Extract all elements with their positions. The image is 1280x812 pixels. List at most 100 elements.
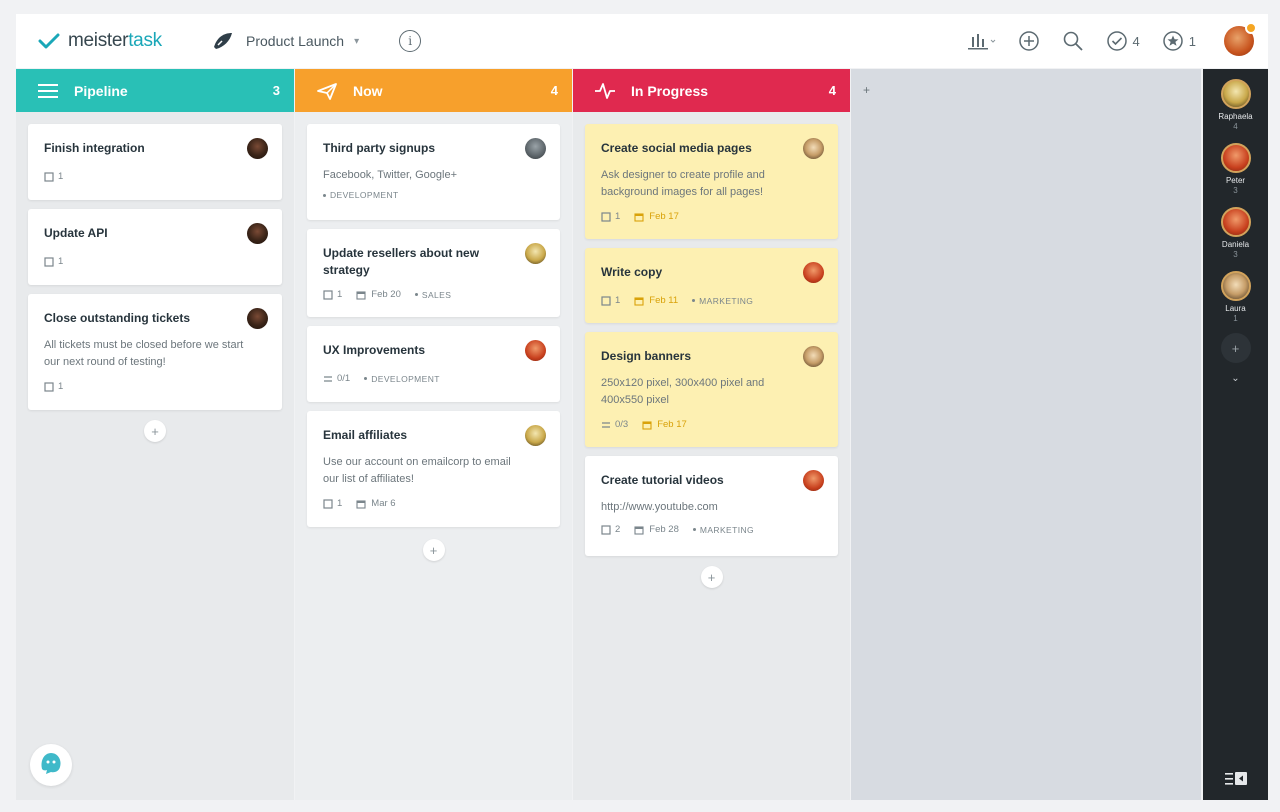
card-title: Third party signups — [323, 141, 436, 155]
assignee-avatar — [803, 138, 824, 159]
my-tasks-button[interactable]: 4 — [1106, 30, 1140, 52]
add-member-button[interactable]: + — [1220, 333, 1251, 363]
card-meta: 1 Feb 20 SALES — [323, 289, 546, 300]
card-description: 250x120 pixel, 300x400 pixel and 400x550… — [601, 377, 765, 406]
calendar-icon — [642, 420, 652, 430]
add-task-button[interactable]: + — [700, 566, 723, 588]
card-title: Write copy — [601, 265, 663, 279]
checklist-indicator: 2 — [601, 524, 620, 535]
task-card[interactable]: Close outstanding tickets All tickets mu… — [28, 294, 282, 410]
checklist-indicator: 1 — [323, 498, 342, 509]
add-section-button[interactable]: + — [863, 83, 870, 97]
member-task-count: 1 — [1233, 314, 1238, 323]
card-list: Finish integration 1 Update API 1 Close … — [16, 112, 294, 442]
due-date-text: Feb 20 — [371, 289, 401, 300]
statistics-button[interactable] — [966, 31, 996, 51]
task-card[interactable]: Finish integration 1 — [28, 124, 282, 200]
card-title: Design banners — [601, 349, 692, 363]
checklist-count: 1 — [58, 381, 64, 392]
checklist-count: 1 — [337, 289, 343, 300]
card-description: http://www.youtube.com — [601, 501, 718, 513]
task-card[interactable]: Design banners 250x120 pixel, 300x400 pi… — [585, 332, 838, 447]
due-date: Mar 6 — [356, 498, 396, 509]
user-avatar[interactable] — [1224, 22, 1257, 56]
due-date: Feb 28 — [634, 524, 679, 535]
project-selector[interactable]: Product Launch ▾ — [210, 28, 359, 54]
card-meta: 1 Feb 11 MARKETING — [601, 295, 824, 306]
card-title: Create social media pages — [601, 141, 752, 155]
tag-label: MARKETING — [693, 525, 754, 535]
task-card[interactable]: Update resellers about new strategy 1 Fe… — [307, 229, 560, 317]
member-name: Laura — [1225, 304, 1246, 313]
info-button[interactable]: i — [399, 30, 422, 52]
column-header-now[interactable]: Now 4 — [295, 69, 572, 112]
checklist-indicator: 0/3 — [601, 419, 628, 430]
star-circle-icon — [1162, 30, 1184, 52]
calendar-icon — [634, 212, 644, 222]
card-title: Close outstanding tickets — [44, 311, 191, 325]
task-card[interactable]: UX Improvements 0/1 DEVELOPMENT — [307, 326, 560, 402]
chat-support-button[interactable] — [30, 744, 72, 786]
task-card[interactable]: Update API 1 — [28, 209, 282, 285]
checkbox-icon — [323, 289, 333, 300]
add-task-button[interactable]: + — [144, 420, 166, 442]
task-card[interactable]: Create social media pages Ask designer t… — [585, 124, 838, 239]
due-date-text: Mar 6 — [371, 498, 396, 509]
member-laura[interactable]: Laura 1 — [1203, 271, 1268, 323]
checklist-count: 0/1 — [337, 373, 351, 384]
tasks-count: 4 — [1132, 33, 1140, 49]
checklist-count: 1 — [615, 211, 621, 222]
add-task-button[interactable]: + — [422, 539, 445, 561]
notifications-button[interactable]: 1 — [1162, 30, 1196, 52]
assignee-avatar — [247, 223, 268, 244]
due-date: Feb 17 — [634, 211, 679, 222]
task-card[interactable]: Write copy 1 Feb 11 MARKETING — [585, 248, 838, 323]
collapse-panel-icon[interactable] — [1224, 770, 1248, 788]
member-task-count: 4 — [1233, 122, 1238, 131]
checkbox-icon — [601, 524, 611, 535]
task-card[interactable]: Third party signups Facebook, Twitter, G… — [307, 124, 560, 220]
checklist-count: 1 — [337, 498, 343, 509]
avatar — [1220, 207, 1251, 237]
task-card[interactable]: Email affiliates Use our account on emai… — [307, 411, 560, 527]
checklist-indicator: 1 — [323, 289, 342, 300]
new-section-area: + — [851, 69, 1201, 800]
assignee-avatar — [525, 340, 546, 361]
chevron-down-icon[interactable]: ⌄ — [1203, 373, 1268, 384]
project-name: Product Launch — [246, 33, 345, 49]
assignee-avatar — [803, 470, 824, 491]
task-card[interactable]: Create tutorial videos http://www.youtub… — [585, 456, 838, 556]
checkbox-icon — [601, 295, 611, 306]
member-daniela[interactable]: Daniela 3 — [1203, 207, 1268, 259]
assignee-avatar — [803, 262, 824, 283]
due-date-text: Feb 17 — [649, 211, 679, 222]
logo[interactable]: meistertask — [36, 28, 196, 54]
column-title: Pipeline — [74, 82, 128, 99]
avatar — [1220, 143, 1251, 173]
card-list: Create social media pages Ask designer t… — [573, 112, 850, 588]
card-title: Finish integration — [44, 141, 145, 155]
member-raphaela[interactable]: Raphaela 4 — [1203, 79, 1268, 131]
checkmark-logo-icon — [36, 28, 62, 54]
column-header-in-progress[interactable]: In Progress 4 — [573, 69, 850, 112]
assignee-avatar — [247, 308, 268, 329]
calendar-icon — [356, 290, 366, 300]
search-button[interactable] — [1062, 30, 1084, 52]
top-bar: meistertask Product Launch ▾ i 4 1 — [16, 14, 1268, 68]
assignee-avatar — [803, 346, 824, 367]
checkbox-icon — [44, 171, 54, 182]
member-task-count: 3 — [1233, 250, 1238, 259]
column-header-pipeline[interactable]: Pipeline 3 — [16, 69, 294, 112]
assignee-avatar — [525, 425, 546, 446]
check-circle-icon — [1106, 30, 1128, 52]
member-peter[interactable]: Peter 3 — [1203, 143, 1268, 195]
add-task-button[interactable] — [1018, 30, 1040, 52]
tag-label: MARKETING — [692, 296, 753, 306]
card-meta: DEVELOPMENT — [323, 190, 546, 200]
assignee-avatar — [247, 138, 268, 159]
calendar-icon — [634, 296, 644, 306]
calendar-icon — [634, 525, 644, 535]
tag-label: SALES — [415, 290, 451, 300]
calendar-icon — [356, 499, 366, 509]
notification-dot — [1245, 22, 1257, 34]
